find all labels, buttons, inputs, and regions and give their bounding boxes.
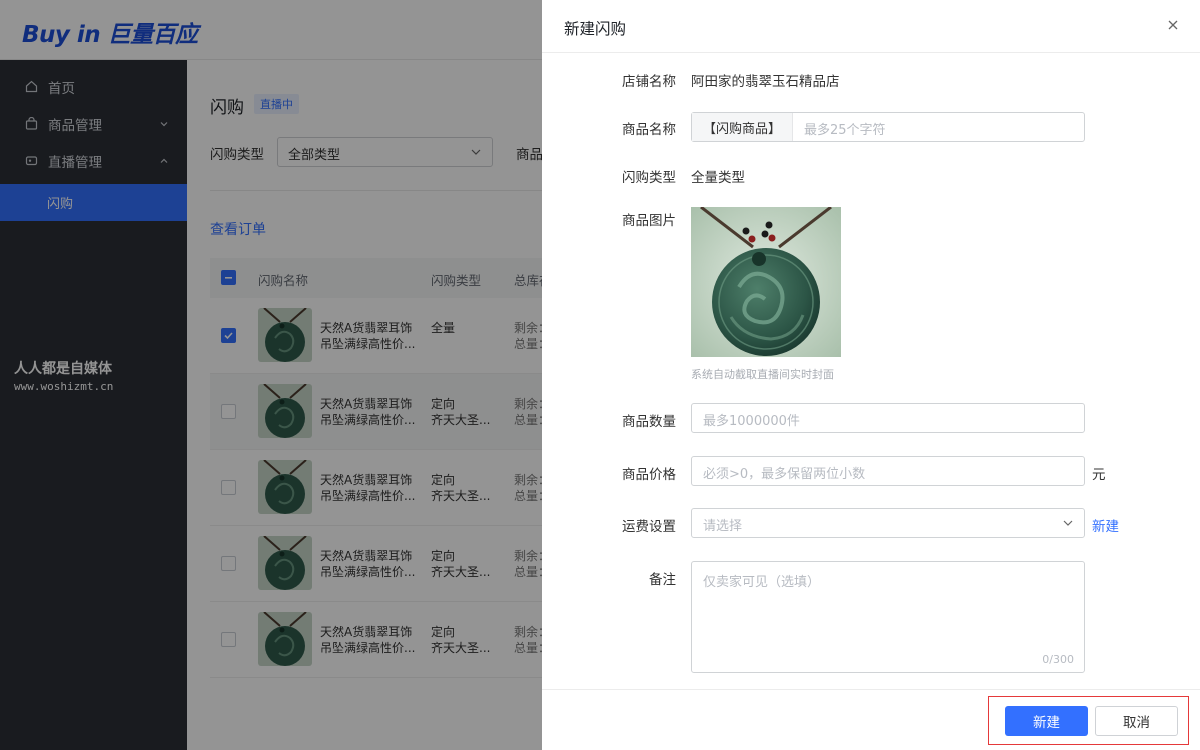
product-name-input[interactable]: 【闪购商品】 最多25个字符 [691,112,1085,142]
remark-placeholder: 仅卖家可见（选填） [703,575,821,590]
product-name-label: 商品名称 [622,122,676,138]
remark-label: 备注 [649,572,676,588]
quantity-label: 商品数量 [622,414,676,430]
shipping-placeholder: 请选择 [703,519,743,534]
product-name-placeholder: 最多25个字符 [804,123,886,138]
cancel-button[interactable]: 取消 [1095,706,1178,736]
shipping-label: 运费设置 [622,519,676,535]
new-flash-sale-drawer: 新建闪购 店铺名称 阿田家的翡翠玉石精品店 商品名称 【闪购商品】 最多25个字… [542,0,1200,750]
product-image [691,207,841,357]
drawer-footer: 新建 取消 [542,689,1200,750]
price-unit: 元 [1092,467,1106,483]
flash-type-value: 全量类型 [691,170,745,186]
submit-button[interactable]: 新建 [1005,706,1088,736]
flash-type-label: 闪购类型 [622,170,676,186]
drawer-title: 新建闪购 [564,20,627,38]
price-input[interactable]: 必须>0，最多保留两位小数 [691,456,1085,486]
shop-name-label: 店铺名称 [622,74,676,90]
char-counter: 0/300 [1042,653,1074,666]
price-placeholder: 必须>0，最多保留两位小数 [703,467,866,482]
product-name-prefix: 【闪购商品】 [692,113,793,141]
new-shipping-template-link[interactable]: 新建 [1092,515,1119,535]
drawer-header: 新建闪购 [542,0,1200,53]
shipping-select[interactable]: 请选择 [691,508,1085,538]
image-hint: 系统自动截取直播间实时封面 [691,368,834,381]
shop-name-value: 阿田家的翡翠玉石精品店 [691,74,840,90]
chevron-down-icon [1062,517,1074,533]
quantity-input[interactable]: 最多1000000件 [691,403,1085,433]
product-image-label: 商品图片 [622,213,676,229]
quantity-placeholder: 最多1000000件 [703,414,800,429]
close-icon[interactable] [1166,18,1180,32]
remark-textarea[interactable]: 仅卖家可见（选填） 0/300 [691,561,1085,673]
price-label: 商品价格 [622,467,676,483]
